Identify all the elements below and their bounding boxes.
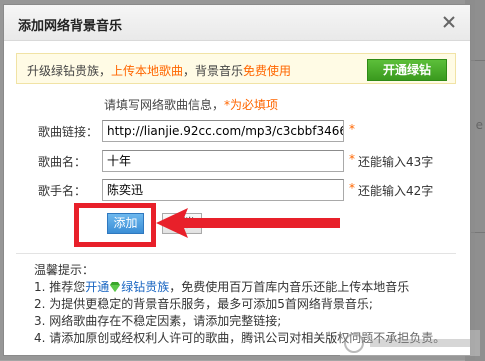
green-diamond-link[interactable]: 绿钻贵族 bbox=[121, 280, 169, 294]
promo-middle: ，背景音乐 bbox=[183, 64, 244, 78]
tip-1-prefix: 1. 推荐您 bbox=[34, 280, 86, 294]
name-remaining-count: 还能输入43字 bbox=[358, 155, 434, 169]
form-required-note: *为必填项 bbox=[224, 98, 279, 112]
song-url-label: 歌曲链接： bbox=[38, 125, 99, 139]
singer-name-label: 歌手名： bbox=[38, 184, 87, 198]
tip-1: 1. 推荐您开通 绿钻贵族，免费使用百万首库内音乐还能上传本地音乐 bbox=[34, 279, 445, 296]
watermark-logo-icon bbox=[340, 330, 480, 356]
upgrade-promo-bar: 升级绿钻贵族，上传本地歌曲，背景音乐免费使用 开通绿钻 bbox=[16, 53, 456, 84]
background-side-text: e bbox=[475, 118, 483, 132]
green-diamond-icon bbox=[110, 282, 121, 292]
promo-highlight-upload: 上传本地歌曲 bbox=[111, 64, 184, 78]
promo-highlight-free: 免费使用 bbox=[243, 64, 292, 78]
promo-prefix: 升级绿钻贵族， bbox=[27, 64, 112, 78]
song-name-field[interactable]: 十年 bbox=[102, 150, 344, 172]
singer-name-field[interactable]: 陈奕迅 bbox=[102, 179, 344, 201]
form-hint: 请填写网络歌曲信息，*为必填项 bbox=[104, 96, 278, 113]
tip-2: 2. 为提供更稳定的背景音乐服务，最多可添加5首网络背景音乐; bbox=[34, 297, 373, 311]
tip-1-suffix: ，免费使用百万首库内音乐还能上传本地音乐 bbox=[169, 280, 410, 294]
promo-text: 升级绿钻贵族，上传本地歌曲，背景音乐免费使用 bbox=[27, 62, 291, 79]
song-url-field[interactable]: http://lianjie.92cc.com/mp3/c3cbbf346684 bbox=[102, 120, 344, 142]
singer-required-mark: * bbox=[349, 181, 355, 195]
url-required-mark: * bbox=[349, 122, 355, 136]
tip-3: 3. 网络歌曲存在不稳定因素，请添加完整链接; bbox=[34, 314, 282, 328]
annotation-highlight-box bbox=[74, 203, 156, 247]
name-required-mark: * bbox=[349, 152, 355, 166]
song-name-label: 歌曲名： bbox=[38, 155, 87, 169]
dialog-titlebar: 添加网络背景音乐 bbox=[4, 5, 470, 41]
singer-remaining-count: 还能输入42字 bbox=[358, 184, 434, 198]
tips-heading: 温馨提示： bbox=[34, 263, 95, 277]
dialog-title: 添加网络背景音乐 bbox=[18, 19, 123, 34]
form-hint-text: 请填写网络歌曲信息， bbox=[104, 98, 225, 112]
section-divider bbox=[16, 253, 456, 254]
close-icon[interactable] bbox=[440, 13, 458, 31]
open-link[interactable]: 开通 bbox=[85, 280, 109, 294]
open-green-diamond-button[interactable]: 开通绿钻 bbox=[367, 59, 447, 81]
annotation-arrow-icon bbox=[156, 208, 340, 238]
add-music-dialog: 添加网络背景音乐 升级绿钻贵族，上传本地歌曲，背景音乐免费使用 开通绿钻 请填写… bbox=[3, 4, 471, 356]
